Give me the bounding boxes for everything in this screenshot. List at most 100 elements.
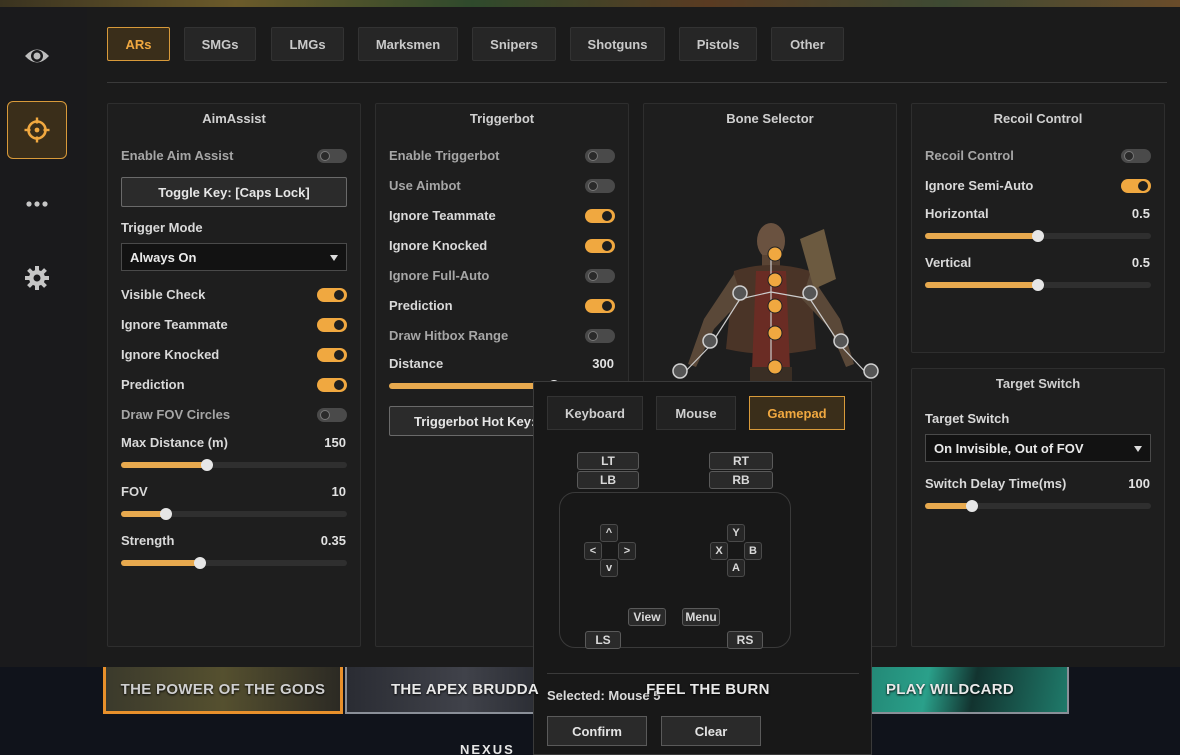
- bone-head: [767, 246, 783, 262]
- visible-check-toggle[interactable]: [317, 288, 347, 302]
- draw-hitbox-range-toggle[interactable]: [585, 329, 615, 343]
- tab-lmgs[interactable]: LMGs: [271, 27, 344, 61]
- max-distance-value: 150: [324, 435, 346, 450]
- gamepad-view-button[interactable]: View: [628, 608, 666, 626]
- face-b-button[interactable]: B: [744, 542, 762, 560]
- face-x-button[interactable]: X: [710, 542, 728, 560]
- bone-spine: [767, 325, 783, 341]
- fov-value: 10: [331, 484, 346, 499]
- banner-label: FEEL THE BURN: [646, 681, 770, 698]
- tab-shotguns[interactable]: Shotguns: [570, 27, 665, 61]
- dpad-left-button[interactable]: <: [584, 542, 602, 560]
- tab-ars[interactable]: ARs: [107, 27, 170, 61]
- banner-label: THE POWER OF THE GODS: [120, 680, 326, 698]
- ignore-teammate-label: Ignore Teammate: [389, 208, 496, 223]
- gamepad-ls-button[interactable]: LS: [585, 631, 621, 649]
- event-banner-power-of-gods[interactable]: THE POWER OF THE GODS: [103, 667, 343, 714]
- dpad-right-button[interactable]: >: [618, 542, 636, 560]
- face-a-button[interactable]: A: [727, 559, 745, 577]
- bone-left-elbow: [702, 333, 718, 349]
- dpad-up-button[interactable]: ^: [600, 524, 618, 542]
- fov-label: FOV: [121, 484, 148, 499]
- banner-label: PLAY WILDCARD: [885, 681, 1015, 698]
- gamepad-lb-button[interactable]: LB: [577, 471, 639, 489]
- popup-tab-keyboard[interactable]: Keyboard: [547, 396, 643, 430]
- ignore-knocked-toggle[interactable]: [317, 348, 347, 362]
- fov-slider[interactable]: [121, 508, 347, 520]
- recoil-control-toggle[interactable]: [1121, 149, 1151, 163]
- trigger-mode-dropdown[interactable]: Always On: [121, 243, 347, 271]
- draw-fov-circles-toggle[interactable]: [317, 408, 347, 422]
- gamepad-rt-button[interactable]: RT: [709, 452, 773, 470]
- recoil-control-label: Recoil Control: [925, 148, 1014, 163]
- dpad-down-button[interactable]: v: [600, 559, 618, 577]
- ignore-teammate-toggle[interactable]: [585, 209, 615, 223]
- selected-key-label: Selected: Mouse 5: [547, 688, 661, 703]
- banner-label: THE APEX BRUDDA: [390, 681, 540, 698]
- bone-left-hand: [672, 363, 688, 379]
- chevron-down-icon: [1134, 446, 1142, 452]
- sidebar-item-misc[interactable]: [7, 175, 67, 233]
- tab-smgs[interactable]: SMGs: [184, 27, 256, 61]
- distance-label: Distance: [389, 356, 444, 371]
- switch-delay-value: 100: [1128, 476, 1150, 491]
- vertical-slider[interactable]: [925, 279, 1151, 291]
- gamepad-rb-button[interactable]: RB: [709, 471, 773, 489]
- target-switch-dropdown[interactable]: On Invisible, Out of FOV: [925, 434, 1151, 462]
- target-switch-panel: Target Switch Target Switch On Invisible…: [911, 368, 1165, 647]
- use-aimbot-label: Use Aimbot: [389, 178, 461, 193]
- gamepad-rs-button[interactable]: RS: [727, 631, 763, 649]
- chevron-down-icon: [330, 255, 338, 261]
- enable-aim-assist-label: Enable Aim Assist: [121, 148, 234, 163]
- eye-icon: [25, 49, 49, 63]
- clear-button[interactable]: Clear: [661, 716, 761, 746]
- visible-check-label: Visible Check: [121, 287, 206, 302]
- sidebar-item-aim[interactable]: [7, 101, 67, 159]
- popup-tab-mouse[interactable]: Mouse: [656, 396, 736, 430]
- ignore-teammate-toggle[interactable]: [317, 318, 347, 332]
- target-switch-value: On Invisible, Out of FOV: [934, 440, 1084, 456]
- tab-other[interactable]: Other: [771, 27, 844, 61]
- confirm-button[interactable]: Confirm: [547, 716, 647, 746]
- popup-tab-gamepad[interactable]: Gamepad: [749, 396, 845, 430]
- tab-snipers[interactable]: Snipers: [472, 27, 556, 61]
- draw-fov-circles-label: Draw FOV Circles: [121, 407, 231, 422]
- prediction-label: Prediction: [121, 377, 185, 392]
- ignore-full-auto-toggle[interactable]: [585, 269, 615, 283]
- ignore-knocked-label: Ignore Knocked: [121, 347, 220, 362]
- panel-title: AimAssist: [202, 111, 266, 126]
- gear-icon: [25, 266, 49, 290]
- ignore-knocked-toggle[interactable]: [585, 239, 615, 253]
- prediction-toggle[interactable]: [585, 299, 615, 313]
- toggle-key-button[interactable]: Toggle Key: [Caps Lock]: [121, 177, 347, 207]
- tab-pistols[interactable]: Pistols: [679, 27, 757, 61]
- prediction-toggle[interactable]: [317, 378, 347, 392]
- ignore-semi-auto-toggle[interactable]: [1121, 179, 1151, 193]
- max-distance-slider[interactable]: [121, 459, 347, 471]
- horizontal-slider[interactable]: [925, 230, 1151, 242]
- recoil-control-panel: Recoil Control Recoil Control Ignore Sem…: [911, 103, 1165, 353]
- sidebar-item-settings[interactable]: [7, 249, 67, 307]
- ignore-knocked-label: Ignore Knocked: [389, 238, 488, 253]
- strength-slider[interactable]: [121, 557, 347, 569]
- sidebar: [0, 7, 87, 667]
- horizontal-value: 0.5: [1131, 206, 1150, 221]
- gamepad-lt-button[interactable]: LT: [577, 452, 639, 470]
- bone-right-shoulder: [802, 285, 818, 301]
- enable-aim-assist-toggle[interactable]: [317, 149, 347, 163]
- more-icon: [26, 201, 48, 207]
- trigger-mode-value: Always On: [130, 249, 197, 265]
- horizontal-label: Horizontal: [925, 206, 989, 221]
- panel-title: Target Switch: [995, 376, 1081, 391]
- gamepad-menu-button[interactable]: Menu: [682, 608, 720, 626]
- trigger-mode-label: Trigger Mode: [121, 220, 203, 235]
- enable-triggerbot-toggle[interactable]: [585, 149, 615, 163]
- strength-value: 0.35: [320, 533, 346, 548]
- use-aimbot-toggle[interactable]: [585, 179, 615, 193]
- face-y-button[interactable]: Y: [727, 524, 745, 542]
- sidebar-item-visuals[interactable]: [7, 27, 67, 85]
- tab-marksmen[interactable]: Marksmen: [358, 27, 458, 61]
- bone-neck: [767, 272, 783, 288]
- crosshair-icon: [24, 117, 50, 143]
- switch-delay-slider[interactable]: [925, 500, 1151, 512]
